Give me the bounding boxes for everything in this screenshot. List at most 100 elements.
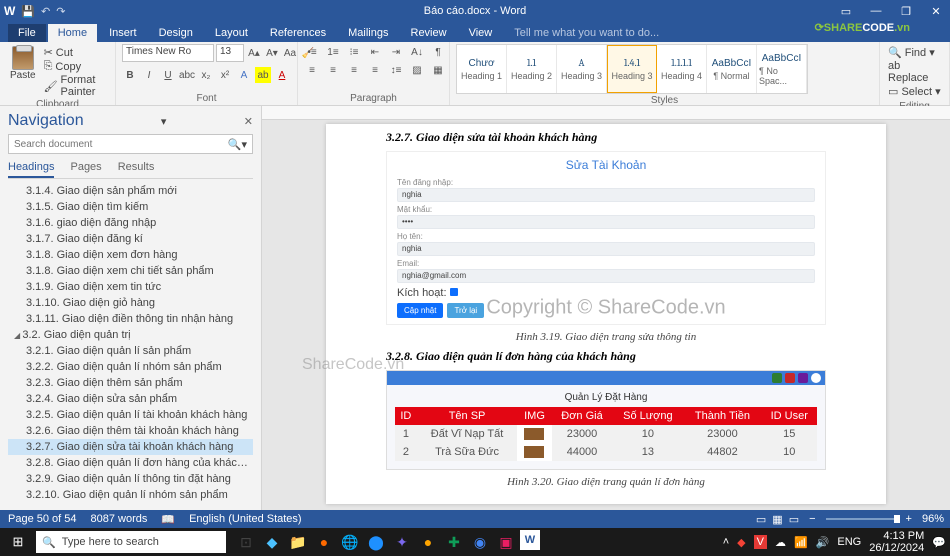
taskbar-app-6[interactable]: ✦ xyxy=(390,530,414,554)
align-right-icon[interactable]: ≡ xyxy=(346,62,362,78)
search-icon[interactable]: 🔍▾ xyxy=(228,138,247,151)
align-center-icon[interactable]: ≡ xyxy=(325,62,341,78)
status-language[interactable]: English (United States) xyxy=(189,513,302,525)
close-button[interactable]: ✕ xyxy=(926,5,946,18)
style-nospac[interactable]: AaBbCcI¶ No Spac... xyxy=(757,45,807,93)
nav-item[interactable]: 3.1.6. giao diện đăng nhập xyxy=(8,215,253,231)
nav-item[interactable]: 3.2. Giao diện quản trị xyxy=(8,327,253,343)
style-heading3[interactable]: AHeading 3 xyxy=(557,45,607,93)
grow-font-icon[interactable]: A▴ xyxy=(246,45,262,61)
status-words[interactable]: 8087 words xyxy=(91,513,148,525)
justify-icon[interactable]: ≡ xyxy=(367,62,383,78)
nav-item[interactable]: 3.2.3. Giao diện thêm sản phẩm xyxy=(8,375,253,391)
qat-redo-icon[interactable]: ↷ xyxy=(56,5,65,18)
nav-item[interactable]: 3.1.5. Giao diện tìm kiếm xyxy=(8,199,253,215)
font-color-icon[interactable]: A xyxy=(274,67,290,83)
nav-item[interactable]: 3.1.7. Giao diện đăng kí xyxy=(8,231,253,247)
tab-references[interactable]: References xyxy=(260,24,336,42)
shading-icon[interactable]: ▨ xyxy=(409,62,425,78)
qat-save-icon[interactable]: 💾 xyxy=(21,5,35,18)
nav-item[interactable]: 3.2.2. Giao diện quản lí nhóm sản phẩm xyxy=(8,359,253,375)
taskbar-app-5[interactable]: ⬤ xyxy=(364,530,388,554)
web-layout-icon[interactable]: ▭ xyxy=(789,513,799,526)
print-layout-icon[interactable]: ▦ xyxy=(772,513,782,526)
tray-chevron-icon[interactable]: ˄ xyxy=(723,536,729,548)
tray-wifi-icon[interactable]: 📶 xyxy=(794,536,808,549)
nav-item[interactable]: 3.2.8. Giao diện quản lí đơn hàng của kh… xyxy=(8,455,253,471)
text-effects-icon[interactable]: A xyxy=(236,67,252,83)
nav-search-box[interactable]: 🔍▾ xyxy=(8,134,253,154)
find-button[interactable]: 🔍 Find ▾ xyxy=(888,46,941,59)
bold-button[interactable]: B xyxy=(122,67,138,83)
nav-tab-results[interactable]: Results xyxy=(118,158,155,178)
tray-volume-icon[interactable]: 🔊 xyxy=(816,536,830,549)
style-heading2[interactable]: 1.1Heading 2 xyxy=(507,45,557,93)
zoom-out-icon[interactable]: − xyxy=(809,513,815,525)
tray-shield-icon[interactable]: ◆ xyxy=(737,536,745,549)
paste-button[interactable]: Paste xyxy=(6,44,40,83)
nav-item[interactable]: 3.1.8. Giao diện xem đơn hàng xyxy=(8,247,253,263)
taskbar-app-1[interactable]: ◆ xyxy=(260,530,284,554)
qat-undo-icon[interactable]: ↶ xyxy=(41,5,50,18)
nav-tab-pages[interactable]: Pages xyxy=(70,158,101,178)
tell-me-search[interactable]: Tell me what you want to do... xyxy=(504,24,669,42)
status-proofing-icon[interactable]: 📖 xyxy=(161,513,175,526)
nav-search-input[interactable] xyxy=(14,139,228,150)
change-case-icon[interactable]: Aa xyxy=(282,45,298,61)
tab-home[interactable]: Home xyxy=(48,24,97,42)
align-left-icon[interactable]: ≡ xyxy=(304,62,320,78)
taskbar-app-3[interactable]: ● xyxy=(312,530,336,554)
nav-dropdown-icon[interactable]: ▾ xyxy=(161,115,167,128)
increase-indent-icon[interactable]: ⇥ xyxy=(388,44,404,60)
zoom-level[interactable]: 96% xyxy=(922,513,944,525)
shrink-font-icon[interactable]: A▾ xyxy=(264,45,280,61)
tab-file[interactable]: File xyxy=(8,24,46,42)
copy-button[interactable]: ⎘Copy xyxy=(44,60,109,73)
tray-v-icon[interactable]: V xyxy=(754,535,767,549)
nav-item[interactable]: 3.2.4. Giao diện sửa sản phẩm xyxy=(8,391,253,407)
style-heading1[interactable]: ChươHeading 1 xyxy=(457,45,507,93)
styles-gallery[interactable]: ChươHeading 11.1Heading 2AHeading 31.4.1… xyxy=(456,44,808,94)
underline-button[interactable]: U xyxy=(160,67,176,83)
taskbar-word-icon[interactable]: W xyxy=(520,530,540,550)
cut-button[interactable]: ✂Cut xyxy=(44,46,109,59)
taskbar-app-10[interactable]: ▣ xyxy=(494,530,518,554)
tray-notifications-icon[interactable]: 💬 xyxy=(932,536,946,549)
document-area[interactable]: 3.2.7. Giao diện sửa tài khoản khách hàn… xyxy=(262,106,950,510)
font-size-select[interactable]: 13 xyxy=(216,44,244,62)
numbering-icon[interactable]: 1≡ xyxy=(325,44,341,60)
nav-close-icon[interactable]: ✕ xyxy=(244,115,253,128)
bullets-icon[interactable]: •≡ xyxy=(304,44,320,60)
nav-item[interactable]: 3.1.10. Giao diện giỏ hàng xyxy=(8,295,253,311)
multilevel-icon[interactable]: ⁝≡ xyxy=(346,44,362,60)
taskbar-app-2[interactable]: 📁 xyxy=(286,530,310,554)
ribbon-options-icon[interactable]: ▭ xyxy=(836,5,856,18)
font-name-select[interactable]: Times New Ro xyxy=(122,44,214,62)
superscript-button[interactable]: x² xyxy=(217,67,233,83)
sort-icon[interactable]: A↓ xyxy=(409,44,425,60)
nav-tab-headings[interactable]: Headings xyxy=(8,158,54,178)
tab-review[interactable]: Review xyxy=(401,24,457,42)
tray-lang[interactable]: ENG xyxy=(837,536,861,548)
status-page[interactable]: Page 50 of 54 xyxy=(8,513,77,525)
show-marks-icon[interactable]: ¶ xyxy=(430,44,446,60)
nav-item[interactable]: 3.1.9. Giao diện xem tin tức xyxy=(8,279,253,295)
ruler[interactable] xyxy=(262,106,950,120)
nav-item[interactable]: 3.2.1. Giao diện quản lí sản phẩm xyxy=(8,343,253,359)
tab-view[interactable]: View xyxy=(459,24,503,42)
format-painter-button[interactable]: 🖌Format Painter xyxy=(44,74,109,98)
tray-clock[interactable]: 4:13 PM 26/12/2024 xyxy=(869,530,924,554)
tab-insert[interactable]: Insert xyxy=(99,24,147,42)
start-button[interactable]: ⊞ xyxy=(4,528,32,556)
nav-item[interactable]: 3.2.10. Giao diện quản lí nhóm sản phẩm xyxy=(8,487,253,503)
tab-design[interactable]: Design xyxy=(149,24,203,42)
page[interactable]: 3.2.7. Giao diện sửa tài khoản khách hàn… xyxy=(326,124,886,504)
replace-button[interactable]: ab Replace xyxy=(888,60,941,84)
line-spacing-icon[interactable]: ↕≡ xyxy=(388,62,404,78)
nav-item[interactable]: 3.1.4. Giao diện sản phẩm mới xyxy=(8,183,253,199)
style-normal[interactable]: AaBbCcI¶ Normal xyxy=(707,45,757,93)
subscript-button[interactable]: x₂ xyxy=(198,67,214,83)
nav-item[interactable]: 3.2.9. Giao diện quản lí thông tin đặt h… xyxy=(8,471,253,487)
minimize-button[interactable]: — xyxy=(866,5,886,17)
nav-item[interactable]: 3.2.7. Giao diện sửa tài khoản khách hàn… xyxy=(8,439,253,455)
